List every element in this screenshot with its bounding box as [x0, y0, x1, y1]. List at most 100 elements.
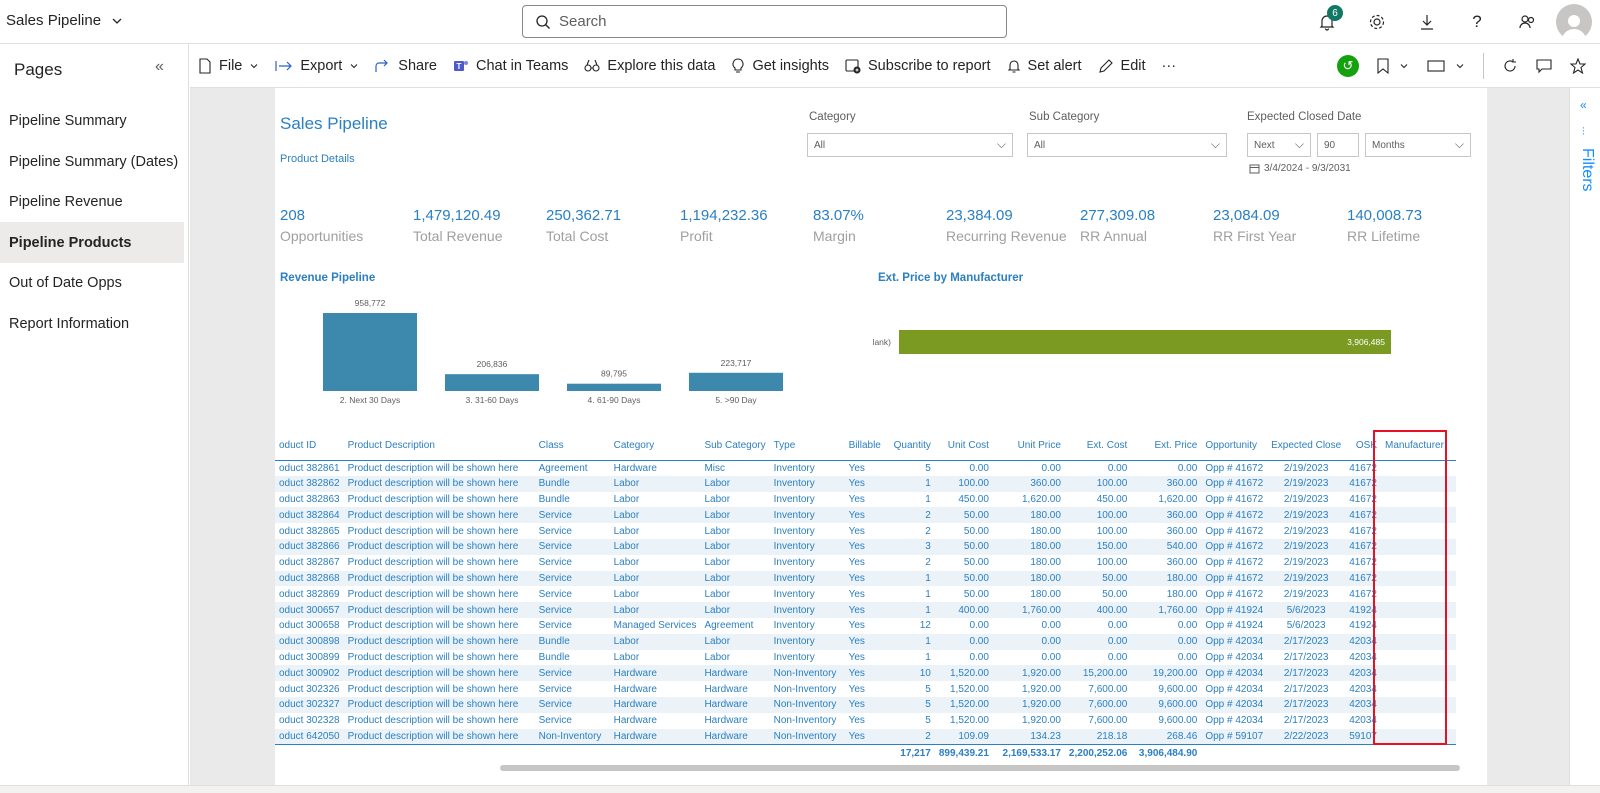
revenue-bar[interactable]	[689, 372, 783, 391]
help-button[interactable]: ?	[1452, 0, 1502, 44]
table-cell: 100.00	[1096, 557, 1128, 569]
column-header[interactable]: Manufacturer	[1381, 432, 1456, 461]
column-header[interactable]: Ext. Cost	[1064, 432, 1132, 461]
table-row[interactable]: oduct 382868 Product description will be …	[275, 570, 1456, 587]
sidebar-item-pipeline-summary-dates[interactable]: Pipeline Summary (Dates)	[0, 141, 184, 182]
favorite-button[interactable]	[1562, 44, 1594, 88]
sidebar-item-pipeline-summary[interactable]: Pipeline Summary	[0, 100, 184, 141]
search-box[interactable]	[522, 5, 1007, 38]
search-input[interactable]	[559, 13, 979, 30]
table-row[interactable]: oduct 382867 Product description will be …	[275, 555, 1456, 571]
subcategory-value: All	[1034, 139, 1046, 151]
table-cell: 180.00	[1030, 557, 1061, 569]
refresh-button[interactable]	[1494, 44, 1526, 88]
table-row[interactable]: oduct 382864 Product description will be …	[275, 507, 1456, 524]
explore-data-button[interactable]: Explore this data	[576, 44, 723, 88]
period-unit-dropdown[interactable]: Months ⌵	[1365, 133, 1471, 157]
table-row[interactable]: oduct 382869 Product description will be …	[275, 586, 1456, 602]
column-header[interactable]: Expected Close	[1267, 432, 1346, 461]
column-header[interactable]: Sub Category	[700, 432, 770, 461]
top-bar: Sales Pipeline 6 ?	[0, 0, 1600, 44]
table-row[interactable]: oduct 300657 Product description will be …	[275, 602, 1456, 618]
revenue-bar[interactable]	[323, 313, 417, 391]
sidebar-item-pipeline-products[interactable]: Pipeline Products	[0, 222, 184, 263]
table-row[interactable]: oduct 382861 Product description will be …	[275, 460, 1456, 476]
column-header[interactable]: Type	[769, 432, 845, 461]
table-row[interactable]: oduct 382865 Product description will be …	[275, 523, 1456, 539]
table-row[interactable]: oduct 300899 Product description will be …	[275, 650, 1456, 666]
sidebar-item-out-of-date-opps[interactable]: Out of Date Opps	[0, 262, 184, 303]
revenue-bar[interactable]	[567, 383, 661, 391]
column-header[interactable]: Product Description	[343, 432, 535, 461]
table-row[interactable]: oduct 382866 Product description will be …	[275, 538, 1456, 555]
column-header[interactable]: Category	[609, 432, 701, 461]
bookmark-button[interactable]	[1369, 44, 1417, 88]
report-subtitle[interactable]: Product Details	[280, 153, 355, 165]
column-header[interactable]: Unit Cost	[934, 432, 993, 461]
table-cell: oduct 302328	[279, 715, 340, 727]
manufacturer-bar[interactable]	[899, 330, 1391, 354]
reset-button[interactable]: ↺	[1329, 44, 1367, 88]
revenue-pipeline-chart[interactable]: 958,772 2. Next 30 Days 206,836 3. 31-60 Da…	[275, 288, 835, 410]
table-cell: oduct 382868	[275, 570, 344, 587]
total-cell	[844, 743, 885, 762]
export-menu[interactable]: Export	[267, 44, 367, 88]
download-button[interactable]	[1402, 0, 1452, 44]
table-cell: 2/19/2023	[1283, 493, 1329, 505]
category-dropdown[interactable]: All ⌵	[807, 133, 1013, 157]
kpi-profit: 1,194,232.36 Profit	[680, 207, 812, 244]
comments-button[interactable]	[1528, 44, 1560, 88]
table-row[interactable]: oduct 300898 Product description will be …	[275, 633, 1456, 650]
file-menu[interactable]: File	[190, 44, 267, 88]
sidebar-item-report-information[interactable]: Report Information	[0, 303, 184, 344]
table-row[interactable]: oduct 382862 Product description will be …	[275, 475, 1456, 492]
share-button[interactable]: Share	[367, 44, 445, 88]
export-icon	[275, 60, 293, 71]
edit-button[interactable]: Edit	[1090, 44, 1154, 88]
sidebar-item-pipeline-revenue[interactable]: Pipeline Revenue	[0, 181, 184, 222]
subscribe-button[interactable]: Subscribe to report	[837, 44, 999, 88]
table-row[interactable]: oduct 302326 Product description will be …	[275, 681, 1456, 697]
ext-price-manufacturer-chart[interactable]: (Blank) 3,906,485	[873, 328, 1433, 368]
column-header[interactable]: Billable	[844, 432, 885, 461]
period-count-input[interactable]: 90	[1317, 133, 1359, 157]
category-tick-label: 5. >90 Day	[715, 395, 757, 405]
column-header[interactable]: Unit Price	[992, 432, 1065, 461]
expand-filters-icon[interactable]: «	[1580, 98, 1587, 112]
column-header[interactable]: oduct ID	[275, 432, 344, 461]
chat-in-teams-button[interactable]: T Chat in Teams	[445, 44, 576, 88]
settings-button[interactable]	[1352, 0, 1402, 44]
notifications-button[interactable]: 6	[1302, 0, 1352, 44]
table-row[interactable]: oduct 382863 Product description will be …	[275, 492, 1456, 508]
column-header[interactable]: OSK	[1345, 432, 1381, 461]
avatar[interactable]	[1556, 4, 1592, 40]
set-alert-button[interactable]: Set alert	[999, 44, 1090, 88]
chevron-down-icon	[250, 63, 258, 68]
product-details-table[interactable]: oduct ID Product Description Class Category…	[275, 432, 1487, 762]
table-cell	[1381, 460, 1456, 476]
view-button[interactable]	[1419, 44, 1473, 88]
horizontal-scrollbar[interactable]	[500, 765, 1460, 771]
table-row[interactable]: oduct 302328 Product description will be …	[275, 713, 1456, 729]
table-cell: 450.00	[1096, 493, 1128, 505]
more-options-button[interactable]: ···	[1154, 44, 1185, 88]
feedback-button[interactable]	[1502, 0, 1552, 44]
column-header[interactable]: Quantity	[884, 432, 935, 461]
get-insights-button[interactable]: Get insights	[723, 44, 837, 88]
table-cell: Inventory	[773, 525, 815, 537]
table-row[interactable]: oduct 300658 Product description will be …	[275, 618, 1456, 634]
table-row[interactable]: oduct 642050 Product description will be …	[275, 728, 1456, 745]
collapse-pages-button[interactable]: «	[155, 58, 164, 76]
subcategory-dropdown[interactable]: All ⌵	[1027, 133, 1227, 157]
column-header[interactable]: Ext. Price	[1131, 432, 1202, 461]
column-header[interactable]: Class	[534, 432, 610, 461]
chevron-down-icon	[1400, 64, 1408, 69]
column-header[interactable]: Opportunity	[1201, 432, 1268, 461]
table-row[interactable]: oduct 302327 Product description will be …	[275, 696, 1456, 713]
revenue-bar[interactable]	[445, 374, 539, 391]
filters-pane[interactable]: « ⫶ Filters	[1569, 88, 1600, 785]
relative-period-dropdown[interactable]: Next ⌵	[1247, 133, 1311, 157]
table-row[interactable]: oduct 300902 Product description will be …	[275, 665, 1456, 682]
app-title-dropdown[interactable]: Sales Pipeline	[6, 12, 123, 29]
explore-label: Explore this data	[607, 57, 716, 74]
